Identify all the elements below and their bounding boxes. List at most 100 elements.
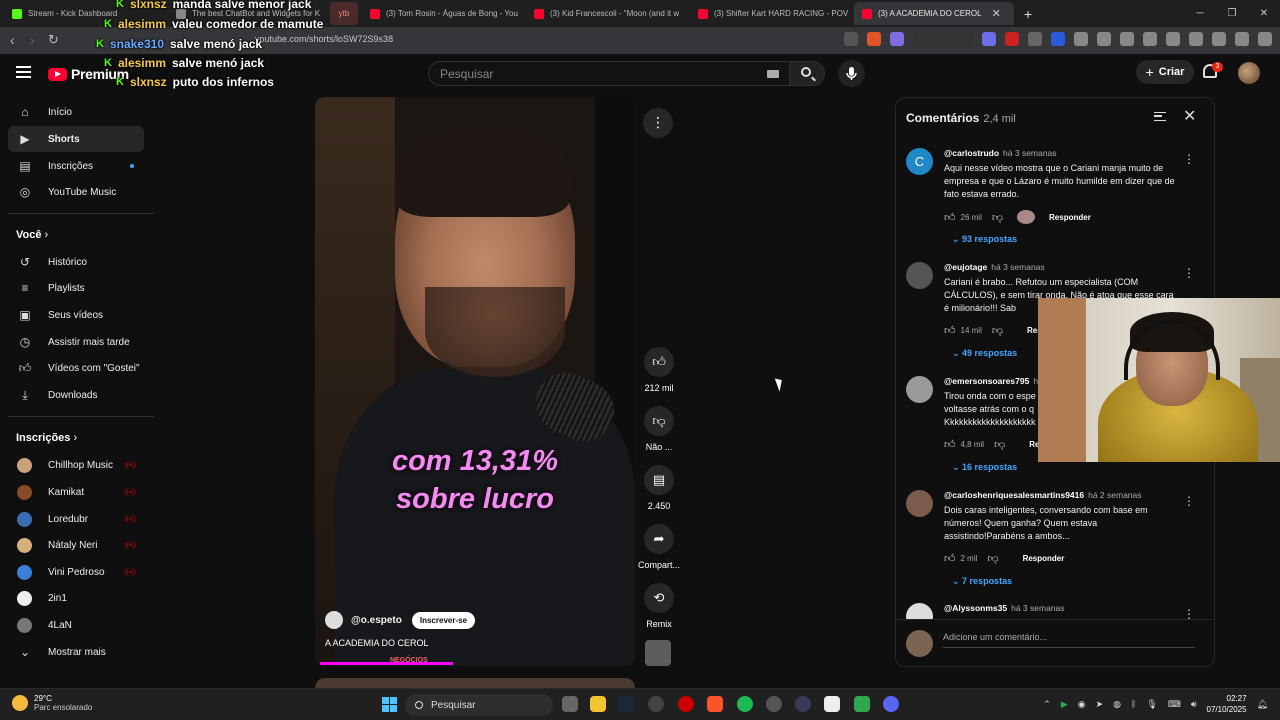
browser-tab[interactable]: (3) Kid Francescoli - "Moon (and it w: [526, 2, 686, 25]
discord-icon[interactable]: [883, 696, 899, 712]
github-icon[interactable]: [648, 696, 664, 712]
sidebar-item-history[interactable]: ↺ Histórico: [8, 249, 144, 275]
notifications-icon[interactable]: 🔔︎: [1257, 699, 1268, 710]
sidebar-icon[interactable]: [1166, 32, 1180, 46]
minimize-icon[interactable]: ─: [1184, 8, 1216, 19]
extension-icon[interactable]: [1051, 32, 1065, 46]
search-input[interactable]: [440, 67, 740, 81]
extension-icon[interactable]: [1005, 32, 1019, 46]
thumbs-down-icon[interactable]: 👎︎: [994, 438, 1005, 451]
share-button[interactable]: ➦ Compart...: [638, 524, 680, 570]
extension-icon[interactable]: [1028, 32, 1042, 46]
sidebar-channel[interactable]: Kamikat ((•)): [8, 479, 144, 505]
leo-icon[interactable]: [1212, 32, 1226, 46]
steam-icon[interactable]: [618, 696, 634, 712]
commenter-avatar[interactable]: [906, 262, 933, 289]
sidebar-channel[interactable]: 2in1: [8, 585, 144, 611]
tray-app-icon[interactable]: ➤: [1096, 699, 1104, 710]
sidebar-item-youtube-music[interactable]: ◎ YouTube Music: [8, 179, 144, 205]
close-tab-icon[interactable]: ✕: [992, 7, 1001, 20]
sidebar-item-watch-later[interactable]: ◷ Assistir mais tarde: [8, 329, 144, 355]
windows-start-icon[interactable]: [382, 697, 397, 712]
reply-button[interactable]: Responder: [1049, 213, 1091, 222]
video-progress-bar[interactable]: [320, 662, 453, 665]
reply-button[interactable]: Responder: [1023, 554, 1065, 563]
dislike-button[interactable]: 👎︎ Não ...: [643, 406, 675, 452]
url-field[interactable]: youtube.com/shorts/loSW72S9s38: [255, 34, 393, 44]
tray-app-icon[interactable]: ◍: [1113, 699, 1121, 710]
close-icon[interactable]: ✕: [1183, 106, 1196, 126]
maximize-icon[interactable]: ❐: [1216, 8, 1248, 19]
thumbs-up-icon[interactable]: 👍︎: [944, 211, 956, 224]
kick-app-icon[interactable]: [854, 696, 870, 712]
new-tab-button[interactable]: +: [1016, 2, 1038, 25]
comment-author[interactable]: @eujotage há 3 semanas: [944, 262, 1045, 272]
vpn-icon[interactable]: [1235, 32, 1249, 46]
comment-author[interactable]: @emersonsoares795há: [944, 376, 1043, 386]
app-icon[interactable]: [766, 696, 782, 712]
comment-author[interactable]: @carlostrudo há 3 semanas: [944, 148, 1056, 158]
rewards-icon[interactable]: [890, 32, 904, 46]
audio-source-thumbnail[interactable]: [645, 640, 671, 666]
file-explorer-icon[interactable]: [590, 696, 606, 712]
create-button[interactable]: + Criar: [1136, 60, 1194, 84]
spotify-icon[interactable]: [737, 696, 753, 712]
chevron-up-icon[interactable]: ⌃: [1043, 699, 1051, 710]
show-more-button[interactable]: ⌄ Mostrar mais: [8, 639, 144, 665]
menu-icon[interactable]: [1258, 32, 1272, 46]
thumbs-up-icon[interactable]: 👍︎: [944, 438, 956, 451]
forward-icon[interactable]: ›: [30, 32, 35, 48]
sidebar-channel[interactable]: 4LaN: [8, 612, 144, 638]
sidebar-channel[interactable]: Chillhop Music ((•)): [8, 452, 144, 478]
view-replies-button[interactable]: ⌄ 7 respostas: [952, 576, 1012, 587]
app-icon[interactable]: [795, 696, 811, 712]
commenter-avatar[interactable]: [906, 490, 933, 517]
puzzle-icon[interactable]: [1097, 32, 1111, 46]
comments-button[interactable]: ▤ 2.450: [643, 465, 675, 511]
channel-handle[interactable]: @o.espeto: [351, 615, 402, 626]
sidebar-item-subscriptions[interactable]: ▤ Inscrições: [8, 153, 144, 179]
sort-icon[interactable]: [1154, 112, 1166, 121]
opera-icon[interactable]: [678, 696, 694, 712]
sidebar-channel[interactable]: Vini Pedroso ((•)): [8, 559, 144, 585]
volume-icon[interactable]: 🔊︎: [1191, 699, 1197, 710]
comment-author[interactable]: @carloshenriquesalesmartins9416 há 2 sema…: [944, 490, 1142, 500]
task-view-icon[interactable]: [562, 696, 578, 712]
tray-app-icon[interactable]: ◉: [1078, 699, 1086, 710]
shorts-video-player[interactable]: com 13,31% sobre lucro @o.espeto Inscrev…: [315, 97, 635, 666]
comment-menu-icon[interactable]: ⋮: [1183, 266, 1195, 280]
tray-app-icon[interactable]: ▶: [1061, 699, 1068, 710]
sidebar-channel[interactable]: Nátaly Neri ((•)): [8, 532, 144, 558]
view-replies-button[interactable]: ⌄ 49 respostas: [952, 348, 1017, 359]
close-window-icon[interactable]: ✕: [1248, 8, 1280, 19]
sidebar-item-liked-videos[interactable]: 👍︎ Vídeos com "Gostei": [8, 355, 144, 381]
tab-group-label[interactable]: ytb: [330, 2, 358, 25]
microphone-icon[interactable]: 🎙︎: [1146, 699, 1157, 710]
sidebar-channel[interactable]: Loredubr ((•)): [8, 506, 144, 532]
cast-icon[interactable]: [844, 32, 858, 46]
sidebar-item-home[interactable]: ⌂ Início: [8, 99, 144, 125]
browser-tab[interactable]: (3) Tom Rosin - Águas de Bong - You: [362, 2, 522, 25]
like-button[interactable]: 👍︎ 212 mil: [643, 347, 675, 393]
reload-icon[interactable]: ↻: [48, 32, 59, 48]
search-button[interactable]: [789, 61, 825, 86]
thumbs-down-icon[interactable]: 👎︎: [987, 552, 998, 565]
comment-author[interactable]: @Alyssonms35 há 3 semanas: [944, 603, 1065, 613]
hamburger-menu-icon[interactable]: [16, 66, 31, 78]
media-icon[interactable]: [1143, 32, 1157, 46]
wallet-icon[interactable]: [1189, 32, 1203, 46]
thumbs-up-icon[interactable]: 👍︎: [944, 324, 956, 337]
sidebar-item-playlists[interactable]: ≡ Playlists: [8, 275, 144, 301]
browser-tab-active[interactable]: (3) A ACADEMIA DO CEROL ✕: [854, 2, 1014, 25]
extension-icon[interactable]: [1074, 32, 1088, 46]
keyboard-icon[interactable]: [767, 70, 779, 78]
sidebar-item-shorts[interactable]: ▶ Shorts: [8, 126, 144, 152]
brave-shield-icon[interactable]: [867, 32, 881, 46]
notepad-icon[interactable]: [824, 696, 840, 712]
network-icon[interactable]: ⌨: [1168, 699, 1181, 710]
account-avatar[interactable]: [1238, 62, 1260, 84]
voice-search-button[interactable]: [838, 60, 865, 87]
brave-icon[interactable]: [707, 696, 723, 712]
more-options-icon[interactable]: ⋮: [643, 108, 673, 138]
sidebar-item-your-videos[interactable]: ▣ Seus vídeos: [8, 302, 144, 328]
